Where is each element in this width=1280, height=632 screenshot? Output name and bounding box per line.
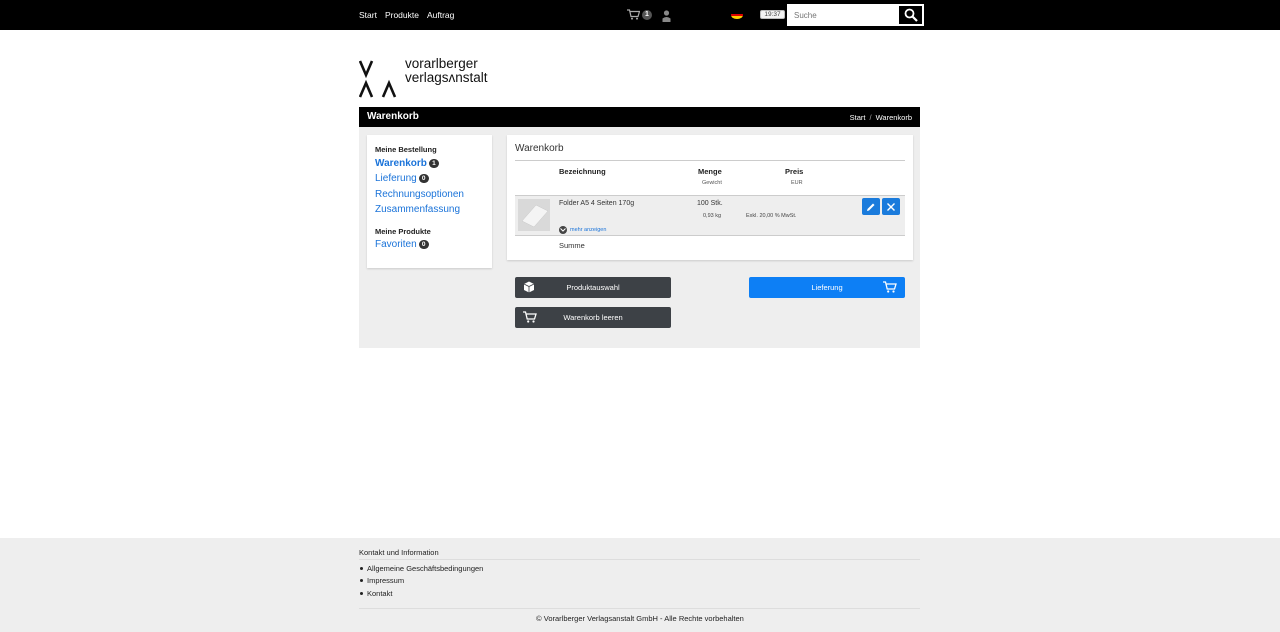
sidebar-item-invoice-options[interactable]: Rechnungsoptionen <box>375 189 464 200</box>
vva-logo-icon <box>358 60 397 98</box>
product-selection-label: Produktauswahl <box>566 283 620 292</box>
divider <box>359 608 920 609</box>
show-more-link[interactable]: mehr anzeigen <box>559 226 606 234</box>
empty-cart-label: Warenkorb leeren <box>563 313 623 322</box>
sidebar-order-heading: Meine Bestellung <box>375 145 437 154</box>
cart-remove-icon <box>523 311 537 323</box>
edit-item-button[interactable] <box>862 198 880 215</box>
footer-link-contact[interactable]: Kontakt <box>359 589 483 601</box>
box-icon <box>523 281 535 293</box>
sidebar-item-summary[interactable]: Zusammenfassung <box>375 204 460 215</box>
header-cart-button[interactable]: 1 <box>627 9 652 20</box>
breadcrumb-current: Warenkorb <box>875 113 912 122</box>
column-subheader-currency: EUR <box>791 180 803 186</box>
column-header-name: Bezeichnung <box>559 167 606 176</box>
breadcrumb-start[interactable]: Start <box>850 113 866 122</box>
user-account-button[interactable] <box>662 9 671 27</box>
search-box <box>787 4 924 26</box>
column-header-price: Preis <box>785 167 804 176</box>
cart-icon <box>883 281 897 293</box>
sidebar-item-label: Warenkorb <box>375 158 427 169</box>
divider <box>515 160 905 161</box>
header-cart-count: 1 <box>642 9 652 20</box>
nav-products-link[interactable]: Produkte <box>385 10 419 20</box>
breadcrumb: Start / Warenkorb <box>850 113 912 122</box>
user-icon <box>662 10 671 22</box>
sidebar-item-label: Lieferung <box>375 173 417 184</box>
sum-label: Summe <box>559 241 585 250</box>
column-header-qty: Menge <box>698 167 722 176</box>
delivery-count-badge: 0 <box>418 174 429 183</box>
footer-links: Allgemeine Geschäftsbedingungen Impressu… <box>359 564 483 601</box>
sidebar-item-favorites[interactable]: Favoriten 0 <box>375 239 429 250</box>
sidebar-item-label: Rechnungsoptionen <box>375 189 464 200</box>
search-button[interactable] <box>898 5 923 25</box>
product-weight: 0,93 kg <box>703 213 722 219</box>
sidebar-products-heading: Meine Produkte <box>375 227 431 236</box>
copyright: © Vorarlberger Verlagsanstalt GmbH - All… <box>536 614 744 623</box>
nav-start-link[interactable]: Start <box>359 10 377 20</box>
language-flag-de[interactable] <box>731 11 743 19</box>
favorites-count-badge: 0 <box>418 240 429 249</box>
logo-mark[interactable] <box>358 58 397 105</box>
delivery-button[interactable]: Lieferung <box>749 277 905 298</box>
search-icon <box>904 8 918 22</box>
chevron-down-icon <box>559 226 567 234</box>
folder-image-icon <box>518 199 550 231</box>
empty-cart-button[interactable]: Warenkorb leeren <box>515 307 671 328</box>
cart-panel: Warenkorb Bezeichnung Menge Gewicht Prei… <box>507 135 913 260</box>
page-title-bar: Warenkorb Start / Warenkorb <box>359 107 920 127</box>
cart-count-badge: 1 <box>428 159 439 168</box>
delivery-button-label: Lieferung <box>811 283 843 292</box>
sidebar-item-cart[interactable]: Warenkorb 1 <box>375 158 439 169</box>
page-title: Warenkorb <box>367 111 419 122</box>
breadcrumb-separator: / <box>869 113 872 122</box>
close-icon <box>887 202 895 211</box>
product-quantity: 100 Stk. <box>697 200 723 207</box>
logo-wordmark: vorarlberger verlagsʌnstalt <box>405 57 488 85</box>
product-selection-button[interactable]: Produktauswahl <box>515 277 671 298</box>
footer-link-imprint[interactable]: Impressum <box>359 576 483 588</box>
session-clock: 19:37 <box>760 10 785 19</box>
product-name[interactable]: Folder A5 4 Seiten 170g <box>559 200 634 207</box>
show-more-label: mehr anzeigen <box>570 227 607 233</box>
cart-panel-title: Warenkorb <box>515 143 564 154</box>
logo-line-1: vorarlberger <box>405 56 478 71</box>
sidebar-item-label: Favoriten <box>375 239 417 250</box>
nav-order-link[interactable]: Auftrag <box>427 10 454 20</box>
footer-heading: Kontakt und Information <box>359 548 439 557</box>
cart-row: Folder A5 4 Seiten 170g 100 Stk. 0,93 kg… <box>515 195 905 236</box>
order-sidebar: Meine Bestellung Warenkorb 1 Lieferung 0… <box>367 135 492 268</box>
footer-link-terms[interactable]: Allgemeine Geschäftsbedingungen <box>359 564 483 576</box>
search-input[interactable] <box>788 5 898 25</box>
pencil-icon <box>867 203 875 211</box>
column-subheader-weight: Gewicht <box>702 180 722 186</box>
sidebar-item-label: Zusammenfassung <box>375 204 461 215</box>
remove-item-button[interactable] <box>882 198 900 215</box>
product-thumbnail[interactable] <box>518 199 550 231</box>
product-tax-info: Exkl. 20,00 % MwSt. <box>746 213 797 219</box>
top-bar: Start Produkte Auftrag 1 19:37 <box>0 0 1280 30</box>
divider <box>359 559 920 560</box>
sidebar-item-delivery[interactable]: Lieferung 0 <box>375 173 429 184</box>
cart-icon <box>627 9 640 20</box>
logo-line-2: verlagsʌnstalt <box>405 70 488 85</box>
top-nav: Start Produkte Auftrag <box>359 10 454 20</box>
